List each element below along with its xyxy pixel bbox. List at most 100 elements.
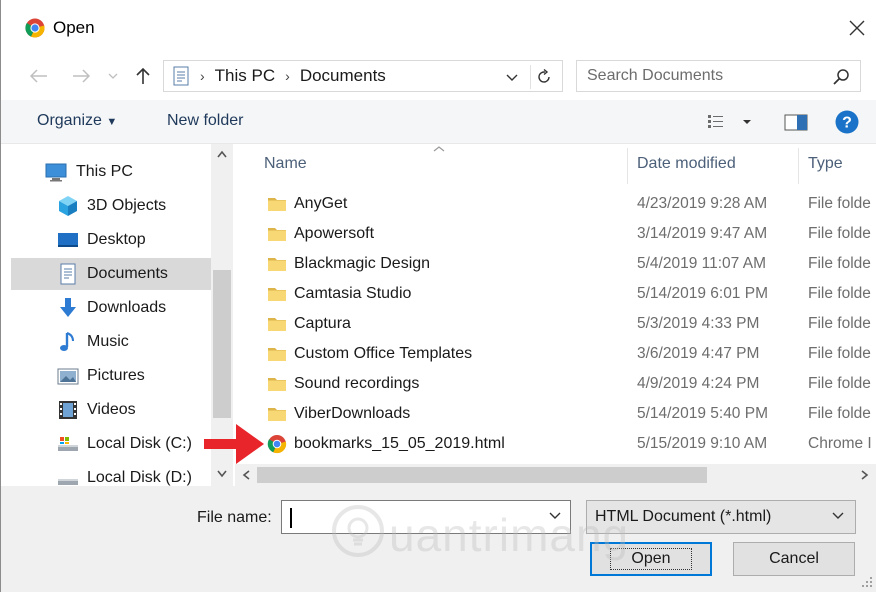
preview-pane-icon[interactable] (783, 111, 809, 133)
scroll-down-icon[interactable] (217, 470, 227, 478)
table-row[interactable]: Captura 5/3/2019 4:33 PM File folde (235, 309, 876, 339)
file-name: Captura (294, 315, 351, 332)
folder-icon (268, 198, 286, 211)
sidebar-item-label: This PC (76, 163, 133, 180)
chevron-down-icon[interactable] (502, 67, 522, 87)
sidebar-item-label: Pictures (87, 367, 145, 384)
file-name: ViberDownloads (294, 405, 411, 422)
sidebar-item-local-disk-c[interactable]: Local Disk (C:) (11, 428, 211, 460)
sidebar-item-label: Local Disk (C:) (87, 435, 192, 452)
chrome-icon (267, 435, 287, 454)
scroll-left-icon[interactable] (242, 470, 250, 480)
sidebar-item-label: Local Disk (D:) (87, 469, 192, 486)
new-folder-button[interactable]: New folder (167, 112, 243, 130)
sidebar-item-music[interactable]: Music (11, 326, 211, 358)
file-type: File folde (808, 285, 871, 302)
sidebar-item-this-pc[interactable]: This PC (11, 156, 211, 188)
scroll-right-icon[interactable] (861, 470, 869, 480)
search-icon[interactable] (832, 68, 850, 86)
cube-icon (59, 196, 77, 216)
sidebar-item-videos[interactable]: Videos (11, 394, 211, 426)
table-row[interactable]: AnyGet 4/23/2019 9:28 AM File folde (235, 189, 876, 219)
folder-icon (268, 258, 286, 271)
sort-ascending-icon (433, 146, 445, 152)
scrollbar-thumb[interactable] (213, 270, 231, 418)
sidebar-item-desktop[interactable]: Desktop (11, 224, 211, 256)
breadcrumb-this-pc[interactable]: This PC (215, 66, 275, 86)
pictures-icon (57, 368, 79, 385)
file-type: File folde (808, 225, 871, 242)
file-type: File folde (808, 345, 871, 362)
table-row[interactable]: Apowersoft 3/14/2019 9:47 AM File folde (235, 219, 876, 249)
search-box[interactable]: Search Documents (576, 60, 861, 92)
column-divider[interactable] (627, 148, 628, 184)
file-type: File folde (808, 195, 871, 212)
refresh-button[interactable] (530, 65, 556, 89)
breadcrumb-separator: › (200, 68, 205, 84)
scrollbar-thumb[interactable] (257, 467, 707, 483)
column-header-date-modified[interactable]: Date modified (637, 144, 736, 184)
folder-icon (268, 318, 286, 331)
music-note-icon (60, 332, 74, 351)
sidebar-item-3d-objects[interactable]: 3D Objects (11, 190, 211, 222)
back-button[interactable] (27, 62, 51, 90)
sidebar-item-local-disk-d[interactable]: Local Disk (D:) (11, 462, 211, 486)
sidebar-item-label: Downloads (87, 299, 167, 316)
table-row[interactable]: bookmarks_15_05_2019.html 5/15/2019 9:10… (235, 429, 876, 459)
organize-label: Organize (37, 112, 102, 129)
chrome-icon (25, 18, 45, 38)
chevron-down-icon (108, 73, 118, 79)
back-arrow-icon (30, 69, 47, 83)
computer-icon (45, 163, 67, 182)
up-button[interactable] (131, 62, 155, 90)
disk-icon (58, 479, 78, 485)
scroll-up-icon[interactable] (217, 150, 227, 158)
sidebar-item-label: Documents (87, 265, 168, 282)
table-row[interactable]: Camtasia Studio 5/14/2019 6:01 PM File f… (235, 279, 876, 309)
column-header-type[interactable]: Type (808, 144, 843, 184)
organize-button[interactable]: Organize ▼ (37, 112, 117, 130)
column-header-name[interactable]: Name (264, 144, 307, 184)
file-type-select[interactable]: HTML Document (*.html) (586, 500, 856, 534)
folder-icon (268, 408, 286, 421)
file-name: Camtasia Studio (294, 285, 412, 302)
close-button[interactable] (837, 8, 876, 48)
svg-text:?: ? (842, 115, 852, 132)
table-row[interactable]: Custom Office Templates 3/6/2019 4:47 PM… (235, 339, 876, 369)
breadcrumb-documents[interactable]: Documents (300, 66, 386, 86)
view-options-icon[interactable] (707, 111, 755, 133)
cancel-button-label: Cancel (769, 550, 819, 567)
help-icon[interactable]: ? (835, 110, 859, 134)
red-arrow-icon (204, 424, 264, 464)
file-name-input[interactable] (288, 505, 538, 529)
sidebar-item-pictures[interactable]: Pictures (11, 360, 211, 392)
folder-icon (268, 348, 286, 361)
address-bar[interactable]: › This PC › Documents (163, 60, 563, 92)
column-divider[interactable] (798, 148, 799, 184)
table-row[interactable]: ViberDownloads 5/14/2019 5:40 PM File fo… (235, 399, 876, 429)
forward-arrow-icon (73, 69, 90, 83)
cancel-button[interactable]: Cancel (733, 542, 855, 576)
table-row[interactable]: Blackmagic Design 5/4/2019 11:07 AM File… (235, 249, 876, 279)
film-icon (59, 401, 77, 419)
up-arrow-icon (136, 67, 150, 84)
command-toolbar: Organize ▼ New folder ? (1, 100, 876, 144)
recent-locations-button[interactable] (105, 62, 121, 90)
sidebar-item-downloads[interactable]: Downloads (11, 292, 211, 324)
title-bar: Open (1, 0, 876, 56)
file-name-combobox[interactable] (281, 500, 571, 534)
caret-down-icon: ▼ (106, 116, 118, 128)
file-date: 4/9/2019 4:24 PM (637, 375, 760, 392)
forward-button[interactable] (69, 62, 93, 90)
dialog-footer: File name: HTML Document (*.html) Open C… (1, 486, 876, 592)
disk-icon (58, 437, 78, 451)
sidebar-item-documents[interactable]: Documents (11, 258, 211, 290)
chevron-down-icon[interactable] (548, 511, 562, 521)
file-name: bookmarks_15_05_2019.html (294, 435, 505, 452)
file-name: Blackmagic Design (294, 255, 431, 272)
resize-grip-icon[interactable] (861, 576, 873, 588)
folder-icon (268, 228, 286, 241)
table-row[interactable]: Sound recordings 4/9/2019 4:24 PM File f… (235, 369, 876, 399)
open-button[interactable]: Open (590, 542, 712, 576)
file-list-horizontal-scrollbar[interactable] (235, 464, 876, 486)
